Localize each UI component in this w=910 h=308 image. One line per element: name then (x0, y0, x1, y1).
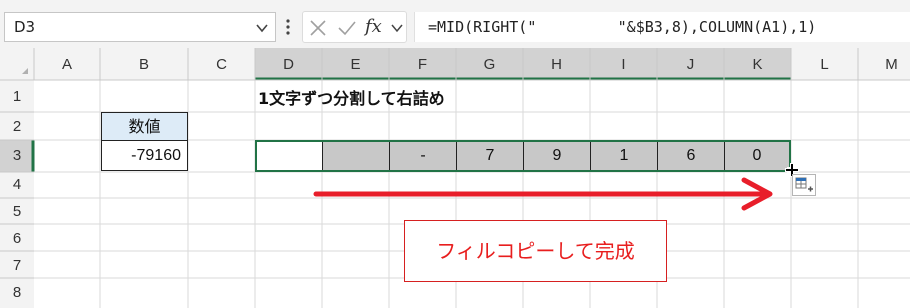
column-header-c[interactable]: C (188, 56, 255, 73)
column-header-d[interactable]: D (255, 56, 322, 73)
cell-b3-number[interactable]: -79160 (101, 140, 188, 171)
row-header-2[interactable]: 2 (0, 118, 34, 135)
row-header-5[interactable]: 5 (0, 203, 34, 220)
column-header-l[interactable]: L (791, 56, 858, 73)
fill-arrow-icon (313, 177, 773, 211)
column-header-k[interactable]: K (724, 56, 791, 73)
column-header-h[interactable]: H (523, 56, 590, 73)
insert-function-icon[interactable]: fx (365, 16, 382, 37)
column-header-e[interactable]: E (322, 56, 389, 73)
row-header-8[interactable]: 8 (0, 284, 34, 301)
column-header-f[interactable]: F (389, 56, 456, 73)
formula-input[interactable]: =MID(RIGHT(" "&$B3,8),COLUMN(A1),1) (414, 12, 910, 42)
chevron-down-icon[interactable] (391, 22, 403, 34)
column-header-a[interactable]: A (34, 56, 100, 73)
column-header-b[interactable]: B (100, 56, 188, 73)
auto-fill-options-button[interactable] (792, 174, 816, 196)
row-header-3[interactable]: 3 (0, 147, 34, 164)
name-box-value: D3 (14, 18, 36, 36)
name-box[interactable]: D3 (4, 12, 276, 42)
selection-range (255, 140, 791, 172)
cancel-icon[interactable] (309, 19, 327, 37)
column-header-j[interactable]: J (657, 56, 724, 73)
auto-fill-icon (795, 177, 813, 192)
row-header-1[interactable]: 1 (0, 88, 34, 105)
formula-bar: D3 fx =MID(RIGHT(" "&$B3,8),COLUMN(A1),1… (0, 0, 910, 48)
column-header-i[interactable]: I (590, 56, 657, 73)
column-header-g[interactable]: G (456, 56, 523, 73)
more-options-icon[interactable] (282, 14, 294, 40)
row-header-7[interactable]: 7 (0, 257, 34, 274)
callout-note: フィルコピーして完成 (404, 220, 667, 282)
row-header-4[interactable]: 4 (0, 176, 34, 193)
cell-d1-title[interactable]: 1文字ずつ分割して右詰め (258, 86, 445, 111)
cell-b2-header[interactable]: 数値 (101, 112, 188, 141)
enter-check-icon[interactable] (337, 19, 357, 37)
column-header-m[interactable]: M (858, 56, 910, 73)
chevron-down-icon[interactable] (255, 21, 269, 35)
row-header-6[interactable]: 6 (0, 230, 34, 247)
formula-actions: fx (302, 11, 407, 43)
